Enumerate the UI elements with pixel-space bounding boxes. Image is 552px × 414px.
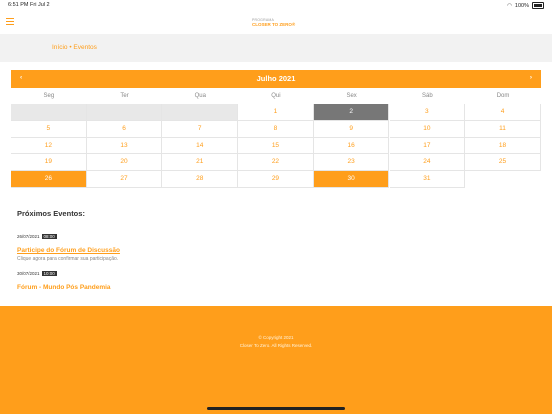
weekday-label: Qua bbox=[194, 93, 206, 99]
weekday-header-row: Seg Ter Qua Qui Sex Sáb Dom bbox=[11, 93, 541, 103]
calendar-empty-cell bbox=[465, 171, 541, 188]
calendar-day-15[interactable]: 15 bbox=[238, 137, 314, 155]
calendar-day-17[interactable]: 17 bbox=[389, 137, 466, 155]
calendar-day-21[interactable]: 21 bbox=[162, 154, 239, 172]
calendar-day-7[interactable]: 7 bbox=[162, 120, 239, 138]
footer-rights: Closer To Zero. All Rights Reserved. bbox=[239, 343, 313, 348]
calendar-day-16[interactable]: 16 bbox=[313, 137, 390, 155]
calendar-day-22[interactable]: 22 bbox=[238, 154, 314, 172]
app-header: PROGRAMA CLOSER TO ZERO® bbox=[0, 10, 552, 35]
event-description: Clique agora para confirmar sua particip… bbox=[17, 256, 119, 262]
footer: © Copyright 2021 Closer To Zero. All Rig… bbox=[0, 306, 552, 414]
status-date: Fri Jul 2 bbox=[30, 2, 50, 8]
calendar-day-1[interactable]: 1 bbox=[238, 104, 314, 121]
events-title: Próximos Eventos: bbox=[17, 209, 85, 218]
logo-line2: CLOSER TO ZERO® bbox=[252, 22, 296, 27]
calendar-day-18[interactable]: 18 bbox=[465, 137, 541, 155]
breadcrumb[interactable]: Início • Eventos bbox=[52, 44, 97, 51]
calendar-day-31[interactable]: 31 bbox=[389, 171, 466, 188]
calendar-month-title: Julho 2021 bbox=[256, 74, 296, 83]
event-date: 30/07/2021 bbox=[17, 271, 40, 277]
calendar-header: ‹ Julho 2021 › bbox=[11, 70, 541, 88]
weekday-label: Seg bbox=[43, 93, 55, 99]
calendar-day-27[interactable]: 27 bbox=[86, 171, 163, 188]
calendar-empty-cell bbox=[86, 104, 163, 121]
footer-copyright: © Copyright 2021 bbox=[258, 335, 294, 340]
event-hour-badge: 10:00 bbox=[41, 271, 57, 277]
calendar-day-25[interactable]: 25 bbox=[465, 154, 541, 172]
calendar-day-30[interactable]: 30 bbox=[313, 171, 390, 188]
wifi-icon: ◠ bbox=[507, 2, 512, 9]
logo: PROGRAMA CLOSER TO ZERO® bbox=[252, 18, 295, 27]
calendar-day-19[interactable]: 19 bbox=[11, 154, 87, 172]
weekday-label: Sex bbox=[346, 93, 357, 99]
calendar-day-29[interactable]: 29 bbox=[238, 171, 314, 188]
hamburger-menu-icon[interactable] bbox=[6, 18, 14, 25]
calendar-day-5[interactable]: 5 bbox=[11, 120, 87, 138]
calendar-day-13[interactable]: 13 bbox=[86, 137, 163, 155]
weekday-label: Qui bbox=[271, 93, 281, 99]
calendar-day-24[interactable]: 24 bbox=[389, 154, 466, 172]
battery-percent: 100% bbox=[514, 2, 529, 9]
calendar-grid: 1 2 3 4 5 6 7 8 9 10 11 12 13 14 15 16 17 18 19 20 21 22 23 24 2… bbox=[11, 104, 541, 188]
next-month-button[interactable]: › bbox=[530, 74, 532, 81]
calendar-day-6[interactable]: 6 bbox=[86, 120, 163, 138]
calendar-day-11[interactable]: 11 bbox=[465, 120, 541, 138]
event-date: 26/07/2021 bbox=[17, 234, 40, 240]
weekday-label: Dom bbox=[496, 93, 510, 99]
weekday-label: Sáb bbox=[422, 93, 433, 99]
event-item: 26/07/2021 08:00 Participe do Fórum de Di… bbox=[17, 228, 120, 262]
calendar-day-9[interactable]: 9 bbox=[313, 120, 390, 138]
calendar-day-8[interactable]: 8 bbox=[238, 120, 314, 138]
calendar-day-23[interactable]: 23 bbox=[313, 154, 390, 172]
status-time: 6:51 PM bbox=[8, 2, 29, 8]
event-item: 30/07/2021 10:00 Fórum - Mundo Pós Pandem… bbox=[17, 265, 111, 291]
calendar-day-2[interactable]: 2 bbox=[313, 104, 390, 121]
calendar-day-26[interactable]: 26 bbox=[11, 171, 87, 188]
calendar-day-3[interactable]: 3 bbox=[389, 104, 466, 121]
calendar-day-10[interactable]: 10 bbox=[389, 120, 466, 138]
calendar-day-28[interactable]: 28 bbox=[162, 171, 239, 188]
weekday-label: Ter bbox=[120, 93, 129, 99]
calendar-empty-cell bbox=[162, 104, 239, 121]
calendar-empty-cell bbox=[11, 104, 87, 121]
calendar-day-12[interactable]: 12 bbox=[11, 137, 87, 155]
event-link[interactable]: Fórum - Mundo Pós Pandemia bbox=[17, 284, 111, 291]
calendar-day-4[interactable]: 4 bbox=[465, 104, 541, 121]
home-indicator[interactable] bbox=[207, 407, 345, 410]
calendar-day-20[interactable]: 20 bbox=[86, 154, 163, 172]
event-hour-badge: 08:00 bbox=[41, 234, 57, 240]
status-bar: 6:51 PM Fri Jul 2 ◠ 100% bbox=[0, 0, 552, 10]
event-link[interactable]: Participe do Fórum de Discussão bbox=[17, 247, 120, 254]
calendar-day-14[interactable]: 14 bbox=[162, 137, 239, 155]
battery-icon bbox=[532, 2, 544, 9]
